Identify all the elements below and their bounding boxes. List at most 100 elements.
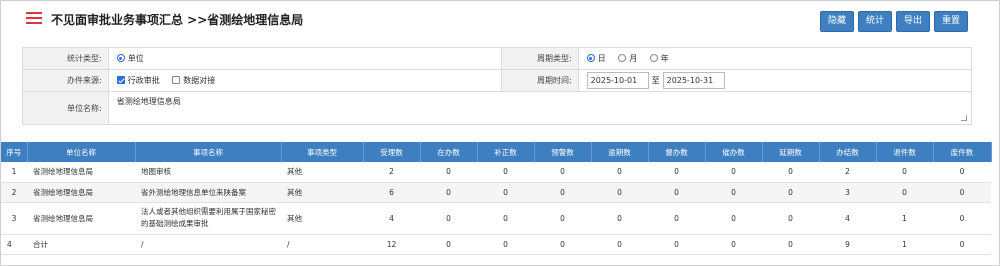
table-cell: 0: [534, 162, 591, 183]
table-cell: 0: [648, 202, 705, 235]
table-cell: 4: [363, 202, 420, 235]
column-header: 办结数: [819, 142, 877, 162]
table-cell: 0: [420, 162, 477, 183]
list-icon: [26, 12, 42, 25]
radio-icon[interactable]: [116, 54, 125, 62]
table-cell: 地图审核: [135, 162, 281, 183]
date-from-input[interactable]: 2025-10-01: [586, 72, 649, 89]
unit-name-field: 省测绘地理信息局: [107, 91, 973, 125]
source-admin-approval-option[interactable]: 行政审批: [116, 76, 160, 85]
period-time-field: 2025-10-01 至 2025-10-31: [577, 69, 973, 92]
column-header: 在办数: [420, 142, 478, 162]
period-day-option[interactable]: 日: [586, 54, 606, 63]
table-cell: 0: [477, 162, 534, 183]
unit-name-label: 单位名称:: [22, 91, 109, 125]
table-cell: 0: [534, 182, 591, 203]
table-cell: 省测绘地理信息局: [27, 182, 135, 203]
export-button[interactable]: 导出: [895, 11, 930, 32]
table-cell: 0: [705, 162, 762, 183]
table-cell: 省测绘地理信息局: [27, 202, 135, 235]
period-type-label: 周期类型:: [501, 47, 579, 70]
table-cell: 其他: [281, 202, 363, 235]
column-header: 废件数: [933, 142, 992, 162]
radio-icon[interactable]: [649, 54, 658, 62]
table-cell: 1: [876, 202, 933, 235]
table-total-row[interactable]: 4 合计 / / 12 0 0 0 0 0 0 0 9 1 0: [1, 234, 991, 255]
table-cell: 0: [477, 234, 534, 255]
table-cell: 0: [933, 234, 991, 255]
stat-type-unit-option[interactable]: 单位: [116, 54, 144, 63]
table-cell: 0: [876, 162, 933, 183]
column-header: 事项名称: [135, 142, 282, 162]
checkbox-icon[interactable]: [172, 76, 181, 84]
table-cell: 法人或者其他组织需要利用属于国家秘密的基础测绘成果审批: [135, 202, 281, 235]
table-cell: /: [135, 234, 281, 255]
table-cell: 0: [762, 234, 819, 255]
table-cell: 0: [705, 202, 762, 235]
table-cell: 0: [705, 234, 762, 255]
table-cell: 9: [819, 234, 876, 255]
table-cell: 0: [876, 182, 933, 203]
column-header: 补正数: [477, 142, 535, 162]
table-cell: 0: [534, 234, 591, 255]
checkbox-icon[interactable]: [116, 76, 125, 84]
source-field: 行政审批 数据对接: [107, 69, 503, 92]
column-header: 督办数: [648, 142, 706, 162]
period-time-label: 周期时间:: [501, 69, 579, 92]
period-type-field: 日 月 年: [577, 47, 973, 70]
toolbar: 隐藏 统计 导出 重置: [819, 11, 968, 32]
radio-icon[interactable]: [618, 54, 627, 62]
table-row[interactable]: 3 省测绘地理信息局 法人或者其他组织需要利用属于国家秘密的基础测绘成果审批 其…: [1, 202, 991, 235]
table-header-row: 序号 单位名称 事项名称 事项类型 受理数 在办数 补正数 预警数 逾期数 督办…: [1, 142, 992, 162]
table-cell: 省外测绘地理信息单位来陕备案: [135, 182, 281, 203]
hide-button[interactable]: 隐藏: [819, 11, 854, 32]
table-row[interactable]: 1 省测绘地理信息局 地图审核 其他 2 0 0 0 0 0 0 0 2 0 0: [1, 162, 991, 183]
radio-icon[interactable]: [586, 54, 595, 62]
table-cell: 0: [762, 162, 819, 183]
table-cell: 0: [591, 182, 648, 203]
reset-button[interactable]: 重置: [933, 11, 968, 32]
unit-name-textarea[interactable]: 省测绘地理信息局: [109, 92, 971, 124]
resize-handle-icon[interactable]: [961, 115, 967, 121]
table-cell: 合计: [27, 234, 135, 255]
table-cell: 0: [705, 182, 762, 203]
stat-type-label: 统计类型:: [22, 47, 109, 70]
table-cell: 0: [591, 202, 648, 235]
column-header: 逾期数: [591, 142, 649, 162]
table-cell: 0: [420, 182, 477, 203]
table-cell: 0: [933, 162, 991, 183]
table-cell: 0: [762, 202, 819, 235]
period-year-option[interactable]: 年: [649, 54, 669, 63]
table-cell: 省测绘地理信息局: [27, 162, 135, 183]
table-cell: 0: [591, 234, 648, 255]
table-cell: 0: [534, 202, 591, 235]
table-cell: 0: [420, 234, 477, 255]
date-to-input[interactable]: 2025-10-31: [662, 72, 725, 89]
statistics-button[interactable]: 统计: [857, 11, 892, 32]
source-data-exchange-option[interactable]: 数据对接: [172, 76, 215, 85]
table-cell: 1: [1, 162, 27, 183]
table-cell: /: [281, 234, 363, 255]
table-cell: 2: [819, 162, 876, 183]
filter-form: 统计类型: 单位 周期类型: 日 月 年 办件来源: 行政审批 数据对接 周期时…: [22, 47, 973, 125]
period-month-option[interactable]: 月: [618, 54, 637, 63]
column-header: 序号: [1, 142, 28, 162]
column-header: 事项类型: [281, 142, 364, 162]
table-cell: 0: [933, 182, 991, 203]
table-cell: 2: [1, 182, 27, 203]
table-cell: 0: [477, 182, 534, 203]
column-header: 退件数: [876, 142, 934, 162]
table-cell: 0: [477, 202, 534, 235]
table-cell: 3: [1, 202, 27, 235]
table-row[interactable]: 2 省测绘地理信息局 省外测绘地理信息单位来陕备案 其他 6 0 0 0 0 0…: [1, 182, 991, 203]
table-cell: 12: [363, 234, 420, 255]
table-cell: 6: [363, 182, 420, 203]
table-cell: 其他: [281, 162, 363, 183]
table-cell: 0: [933, 202, 991, 235]
summary-table: 序号 单位名称 事项名称 事项类型 受理数 在办数 补正数 预警数 逾期数 督办…: [1, 142, 992, 255]
page-title: 不见面审批业务事项汇总 >>省测绘地理信息局: [51, 13, 304, 27]
table-cell: 其他: [281, 182, 363, 203]
app-frame: 不见面审批业务事项汇总 >>省测绘地理信息局 隐藏 统计 导出 重置 统计类型:…: [0, 0, 1000, 266]
table-cell: 0: [591, 162, 648, 183]
column-header: 受理数: [363, 142, 421, 162]
